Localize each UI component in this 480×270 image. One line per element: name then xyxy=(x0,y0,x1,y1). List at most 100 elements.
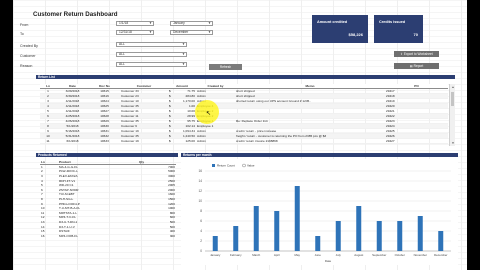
bar xyxy=(335,221,341,251)
chart-svg: 0 2 4 6 8 10 12 14 16 January February March April Ma… xyxy=(198,163,451,263)
export-button[interactable]: ⇪ Export to Worksheet xyxy=(394,51,439,57)
x-tick-label: February xyxy=(230,253,242,257)
reason-select[interactable]: ALL ▼ xyxy=(116,62,187,67)
created-by-select[interactable]: ALL ▼ xyxy=(116,42,187,47)
table-cell: 29427 xyxy=(385,138,448,144)
to-date-field[interactable]: 12/31/18 ▼ xyxy=(116,30,154,35)
x-tick-label: September xyxy=(372,253,386,257)
from-date-field[interactable]: 1/1/18 ▼ xyxy=(116,21,154,26)
bar xyxy=(376,221,382,251)
table-cell: credit / return invoice 2198868 xyxy=(235,138,385,144)
bar xyxy=(212,236,218,251)
table-row[interactable]: 10 5/31/2018 10632 Customer 35 $1,240.50 Admi… xyxy=(40,133,448,139)
report-button[interactable]: ▤ Report xyxy=(394,63,439,69)
x-tick-label: April xyxy=(274,253,280,257)
y-tick-label: 10 xyxy=(198,199,202,203)
chevron-down-icon: ▼ xyxy=(182,42,185,46)
amount-credited-tile: Amount credited $58,226 xyxy=(312,15,368,43)
x-tick-label: March xyxy=(252,253,260,257)
y-tick-label: 12 xyxy=(198,189,202,193)
table-row[interactable]: 74/26/201810629Customer 35$95.75Employee… xyxy=(40,118,448,124)
chevron-down-icon: ▼ xyxy=(149,30,152,34)
scroll-thumb[interactable] xyxy=(451,92,454,106)
table-cell: 125.00 xyxy=(174,138,196,144)
chevron-down-icon: ▼ xyxy=(149,21,152,25)
table-cell: Admin xyxy=(196,138,235,144)
returns-per-month-header: Returns per month xyxy=(181,153,458,157)
table-cell: 300 xyxy=(169,233,175,238)
table-cell: Customer 19 xyxy=(120,138,168,144)
x-tick-label: June xyxy=(315,253,322,257)
return-list-header: Return List xyxy=(36,75,455,79)
table-row[interactable]: 9 5/16/2018 10631 Customer 19 $1,094.34 Admin… xyxy=(40,128,448,134)
return-list-table: Ln Date Doc No Customer Amount Created b… xyxy=(40,84,448,144)
table-row[interactable]: 11 6/1/2018 10633 Customer 19 $125.00 Admin cr… xyxy=(40,138,448,144)
products-returned-header: Products Returned xyxy=(36,153,178,157)
customer-select[interactable]: ALL ▼ xyxy=(116,52,187,57)
from-label: From xyxy=(20,23,29,27)
from-month-select[interactable]: January ▼ xyxy=(170,21,213,26)
chevron-down-icon: ▼ xyxy=(208,30,211,34)
y-tick-label: 2 xyxy=(200,239,202,243)
legend-entry: Return Count xyxy=(217,164,235,168)
chevron-down-icon: ▼ xyxy=(208,21,211,25)
list-item[interactable]: 16 MP4-OOB-FL 300 xyxy=(40,234,176,239)
bar xyxy=(397,221,403,251)
bar xyxy=(356,206,362,251)
credits-issued-tile: Credits issued 70 xyxy=(374,15,423,43)
bar xyxy=(274,211,280,251)
y-tick-label: 14 xyxy=(198,179,202,183)
scroll-up-icon[interactable]: ▲ xyxy=(450,85,456,89)
y-tick-label: 0 xyxy=(200,249,202,253)
scroll-down-icon[interactable]: ▼ xyxy=(450,141,456,145)
table-cell: 11 xyxy=(40,138,56,144)
y-tick-label: 8 xyxy=(200,209,202,213)
x-tick-label: August xyxy=(354,253,363,257)
table-row[interactable]: 2 3/30/2018 10616 Customer 23 $284.80 Admin sh… xyxy=(40,93,448,99)
returns-per-month-chart: 0 2 4 6 8 10 12 14 16 January February March April Ma… xyxy=(181,159,458,265)
reason-label: Reason xyxy=(20,64,33,68)
created-by-label: Created By xyxy=(20,44,38,48)
table-cell: 10633 xyxy=(89,138,120,144)
x-tick-label: July xyxy=(336,253,342,257)
x-tick-label: January xyxy=(210,253,221,257)
legend-swatch xyxy=(242,163,246,168)
x-tick-label: December xyxy=(434,253,447,257)
table-cell: 6/1/2018 xyxy=(56,138,89,144)
return-list-scrollbar[interactable]: ▲ ▼ xyxy=(449,84,455,146)
y-tick-label: 6 xyxy=(200,219,202,223)
to-month-select[interactable]: December ▼ xyxy=(170,30,213,35)
mouse-pointer-icon: ↖ xyxy=(206,111,212,117)
cursor-highlight: ↖ xyxy=(195,100,219,124)
x-tick-label: May xyxy=(295,253,301,257)
to-label: To xyxy=(20,32,24,36)
refresh-button[interactable]: Refresh xyxy=(209,64,242,70)
x-tick-label: November xyxy=(414,253,427,257)
table-cell: 16 xyxy=(41,233,45,238)
credits-issued-value: 70 xyxy=(413,32,418,37)
legend-entry: Value xyxy=(247,164,255,168)
amount-credited-label: Amount credited xyxy=(317,20,348,24)
products-table: Ln Product Qty 1 MA-4-G-G-FL 7000 2 PLW-4DOC… xyxy=(40,160,176,238)
bar xyxy=(294,186,300,251)
table-row[interactable]: 34/11/201810624Customer 10$1,170.00Admin… xyxy=(40,98,448,104)
page-title: Customer Return Dashboard xyxy=(33,11,118,18)
credits-issued-label: Credits issued xyxy=(379,20,406,24)
bar xyxy=(438,231,444,251)
chevron-down-icon: ▼ xyxy=(182,52,185,56)
x-axis-label: Date xyxy=(325,259,332,263)
chevron-down-icon: ▼ xyxy=(182,62,185,66)
amount-credited-value: $58,226 xyxy=(348,32,363,37)
x-tick-label: October xyxy=(395,253,405,257)
customer-label: Customer xyxy=(20,54,36,58)
bar xyxy=(253,206,259,251)
legend-swatch xyxy=(212,164,215,167)
bar xyxy=(417,216,423,251)
table-row[interactable]: 1 3/29/2018 10615 Customer 33 $71.75 Admin sho… xyxy=(40,88,448,94)
dashboard-sheet: Customer Return Dashboard From 1/1/18 ▼ J… xyxy=(13,0,467,270)
y-tick-label: 16 xyxy=(198,169,202,173)
table-cell: MP4-OOB-FL xyxy=(59,233,78,238)
bar xyxy=(233,226,239,251)
bar xyxy=(315,236,321,251)
y-tick-label: 4 xyxy=(200,229,202,233)
